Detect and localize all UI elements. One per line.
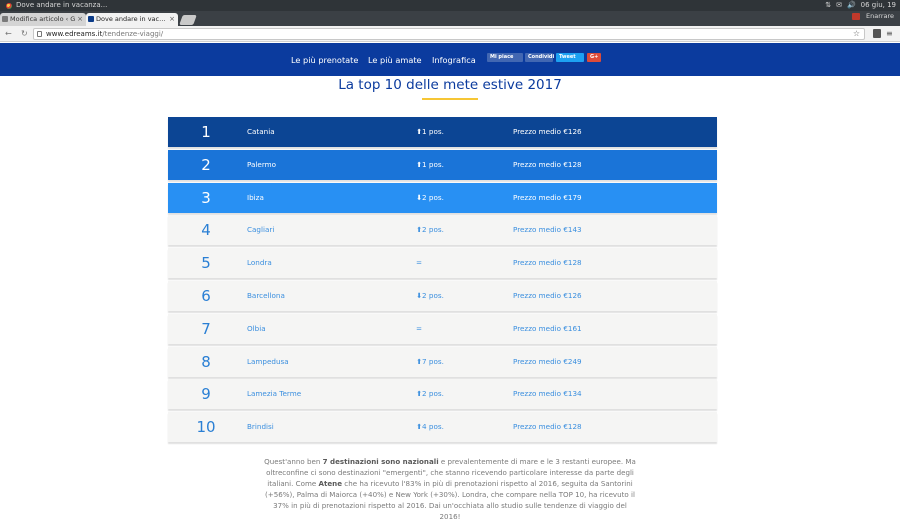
paragraph-bold: Atene — [318, 479, 343, 488]
city-name: Cagliari — [247, 225, 275, 235]
trend-value: = — [416, 323, 423, 333]
average-price: Prezzo medio €126 — [513, 127, 582, 136]
city-name: Ibiza — [247, 192, 264, 202]
trend-value: ⬆1 pos. — [416, 127, 444, 136]
nav-infografica[interactable]: Infografica — [432, 55, 476, 65]
paragraph-text: Quest'anno ben — [264, 457, 323, 466]
address-bar[interactable]: www.edreams.it/tendenze-viaggi/ ☆ — [33, 28, 865, 40]
page-icon — [37, 31, 42, 37]
rank-number: 5 — [201, 254, 211, 273]
profile-area: Enarrare — [852, 12, 894, 20]
ranking-row: 4 Cagliari ⬆2 pos. Prezzo medio €143 — [168, 215, 717, 246]
ranking-row: 3 Ibiza ⬇2 pos. Prezzo medio €179 — [168, 182, 717, 213]
summary-paragraph: Quest'anno ben 7 destinazioni sono nazio… — [262, 456, 638, 522]
reload-icon[interactable]: ↻ — [21, 28, 28, 39]
average-price: Prezzo medio €128 — [513, 422, 582, 432]
title-underline — [422, 98, 478, 100]
city-name: Brindisi — [247, 422, 274, 432]
mail-icon[interactable]: ✉ — [836, 0, 842, 11]
average-price: Prezzo medio €128 — [513, 258, 582, 268]
city-name: Palermo — [247, 159, 277, 169]
rank-number: 4 — [201, 221, 211, 240]
trend-value: = — [416, 258, 423, 268]
rank-number: 9 — [201, 385, 211, 404]
network-icon[interactable]: ⇅ — [825, 0, 831, 11]
ranking-row: 8 Lampedusa ⬆7 pos. Prezzo medio €249 — [168, 346, 717, 377]
ranking-row: 1 Catania ⬆1 pos. Prezzo medio €126 — [168, 117, 717, 147]
city-name: Catania — [247, 127, 275, 136]
average-price: Prezzo medio €128 — [513, 159, 582, 169]
trend-value: ⬆2 pos. — [416, 225, 444, 235]
rank-number: 10 — [196, 418, 216, 437]
tab-modifica-articolo[interactable]: Modifica articolo ‹ G × — [0, 13, 86, 26]
average-price: Prezzo medio €126 — [513, 290, 582, 300]
back-icon[interactable]: ← — [5, 28, 12, 39]
city-name: Olbia — [247, 323, 266, 333]
average-price: Prezzo medio €249 — [513, 356, 582, 366]
google-plus-button[interactable]: G+ — [587, 53, 601, 62]
edreams-icon — [88, 16, 94, 22]
facebook-like-button[interactable]: Mi piace — [487, 53, 523, 62]
city-name: Lampedusa — [247, 356, 289, 366]
menu-icon[interactable]: ≡ — [886, 29, 894, 38]
site-header: Le più prenotate Le più amate Infografic… — [0, 43, 900, 76]
paragraph-bold: 7 destinazioni sono nazionali — [322, 457, 439, 466]
bookmark-star-icon[interactable]: ☆ — [853, 29, 860, 39]
toolbar-actions: ≡ — [873, 29, 894, 38]
city-name: Londra — [247, 258, 272, 268]
average-price: Prezzo medio €143 — [513, 225, 582, 235]
trend-value: ⬆2 pos. — [416, 389, 444, 399]
trend-value: ⬆7 pos. — [416, 356, 444, 366]
trend-value: ⬆1 pos. — [416, 159, 444, 169]
city-name: Barcellona — [247, 290, 285, 300]
ranking-row: 10 Brindisi ⬆4 pos. Prezzo medio €128 — [168, 412, 717, 443]
browser-toolbar: ← ↻ www.edreams.it/tendenze-viaggi/ ☆ ≡ — [0, 26, 900, 42]
average-price: Prezzo medio €161 — [513, 323, 582, 333]
extension-icon[interactable] — [852, 12, 861, 20]
tweet-button[interactable]: Tweet — [556, 53, 584, 62]
extension-icon[interactable] — [873, 29, 881, 38]
rank-number: 1 — [201, 123, 211, 141]
ranking-row: 9 Lamezia Terme ⬆2 pos. Prezzo medio €13… — [168, 379, 717, 410]
ranking-row: 5 Londra = Prezzo medio €128 — [168, 248, 717, 279]
volume-icon[interactable]: 🔊 — [847, 0, 856, 11]
window-title: Dove andare in vacanza... — [6, 0, 107, 11]
tab-dove-andare[interactable]: Dove andare in vac… × — [86, 13, 178, 26]
ranking-row: 7 Olbia = Prezzo medio €161 — [168, 313, 717, 344]
chrome-icon — [6, 2, 12, 9]
os-top-bar: Dove andare in vacanza... ⇅ ✉ 🔊 06 giu, … — [0, 0, 900, 11]
profile-name[interactable]: Enarrare — [866, 12, 894, 20]
trend-value: ⬇2 pos. — [416, 192, 444, 202]
tab-label: Modifica articolo ‹ G — [10, 15, 76, 23]
rank-number: 7 — [201, 319, 211, 338]
close-icon[interactable]: × — [169, 13, 175, 26]
system-tray: ⇅ ✉ 🔊 06 giu, 19 — [825, 0, 896, 11]
average-price: Prezzo medio €179 — [513, 192, 582, 202]
url-host: www.edreams.it — [46, 30, 103, 38]
wordpress-icon — [2, 16, 8, 22]
ranking-row: 2 Palermo ⬆1 pos. Prezzo medio €128 — [168, 149, 717, 180]
tab-strip: Modifica articolo ‹ G × Dove andare in v… — [0, 11, 900, 26]
ranking-row: 6 Barcellona ⬇2 pos. Prezzo medio €126 — [168, 280, 717, 311]
rank-number: 6 — [201, 286, 211, 305]
close-icon[interactable]: × — [77, 13, 83, 26]
trend-value: ⬆4 pos. — [416, 422, 444, 432]
nav-piu-prenotate[interactable]: Le più prenotate — [291, 55, 358, 65]
nav-piu-amate[interactable]: Le più amate — [368, 55, 422, 65]
average-price: Prezzo medio €134 — [513, 389, 582, 399]
clock[interactable]: 06 giu, 19 — [861, 0, 896, 11]
rank-number: 3 — [201, 188, 211, 207]
ranking-list: 1 Catania ⬆1 pos. Prezzo medio €126 2 Pa… — [168, 117, 717, 445]
tab-label: Dove andare in vac… — [96, 15, 166, 23]
city-name: Lamezia Terme — [247, 389, 302, 399]
rank-number: 2 — [201, 155, 211, 174]
page-title: La top 10 delle mete estive 2017 — [338, 77, 562, 93]
facebook-share-button[interactable]: Condividi — [525, 53, 554, 62]
url-path: /tendenze-viaggi/ — [102, 30, 164, 38]
rank-number: 8 — [201, 352, 211, 371]
window-title-text: Dove andare in vacanza... — [16, 1, 108, 9]
new-tab-button[interactable] — [179, 15, 197, 25]
trend-value: ⬇2 pos. — [416, 290, 444, 300]
